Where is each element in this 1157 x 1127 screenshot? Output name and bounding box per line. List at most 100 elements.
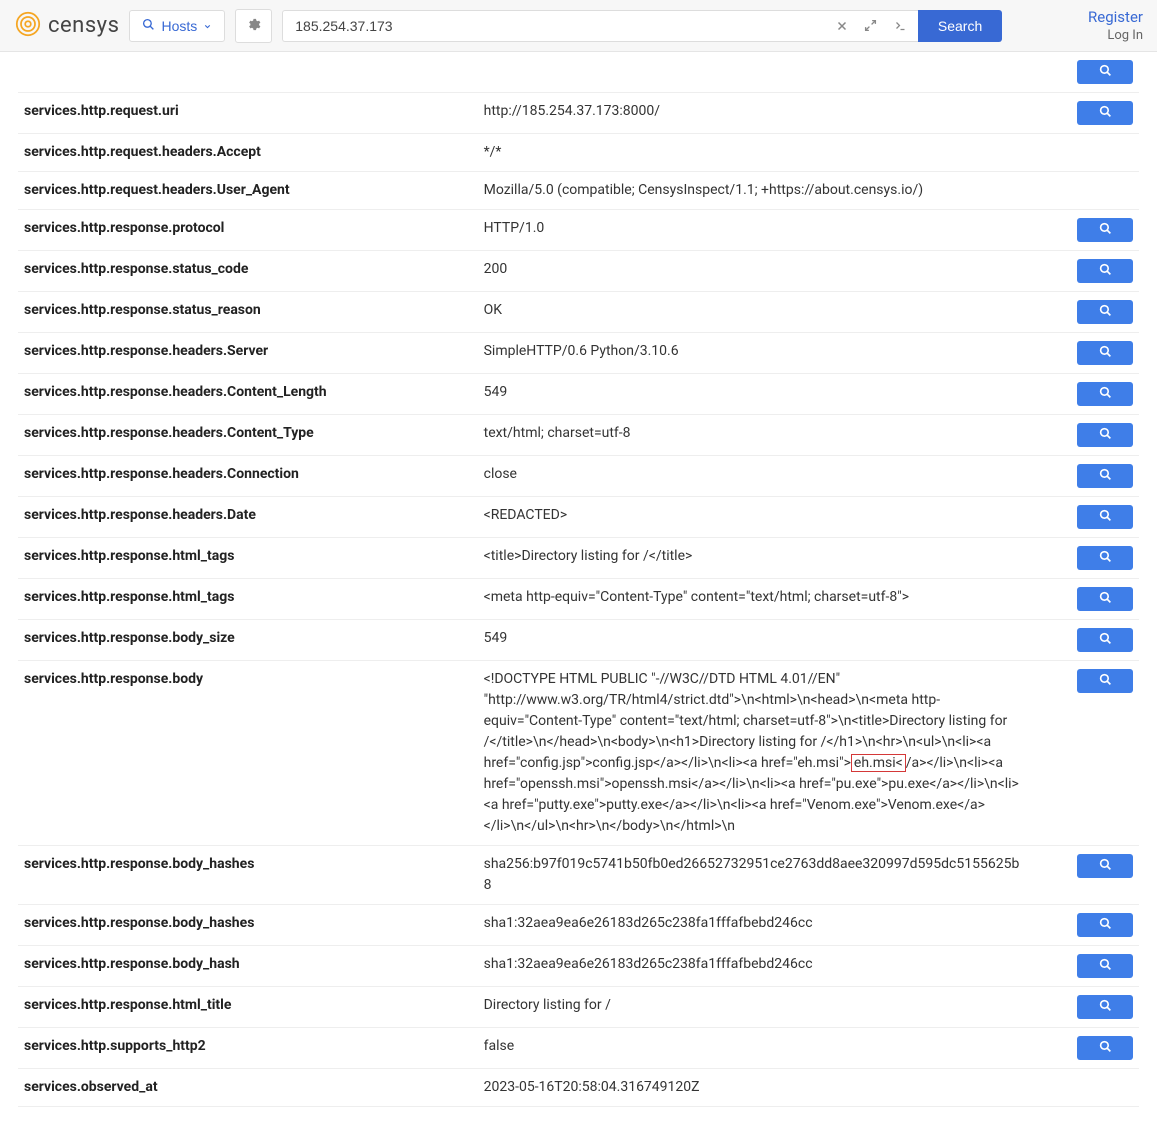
query-button[interactable] [1077, 101, 1133, 125]
search-icon [1099, 105, 1112, 121]
table-row: services.http.response.body_hashsha1:32a… [18, 946, 1139, 987]
field-value: sha1:32aea9ea6e26183d265c238fa1fffafbebd… [478, 946, 1027, 987]
table-row: services.http.response.headers.Date<REDA… [18, 497, 1139, 538]
field-key: services.http.response.headers.Content_T… [18, 415, 478, 456]
field-key: services.http.response.html_tags [18, 538, 478, 579]
login-link[interactable]: Log In [1107, 28, 1143, 43]
table-row: services.http.response.headers.Content_L… [18, 374, 1139, 415]
table-row: services.http.response.protocolHTTP/1.0 [18, 210, 1139, 251]
field-value: HTTP/1.0 [478, 210, 1027, 251]
field-key: services.http.response.headers.Connectio… [18, 456, 478, 497]
field-value: <!DOCTYPE HTML PUBLIC "-//W3C//DTD HTML … [478, 661, 1027, 846]
query-button[interactable] [1077, 382, 1133, 406]
search-icon [1099, 632, 1112, 648]
query-button[interactable] [1077, 464, 1133, 488]
brand-logo[interactable]: censys [14, 10, 119, 42]
field-value: close [478, 456, 1027, 497]
field-value: Directory listing for / [478, 987, 1027, 1028]
search-icon [1099, 958, 1112, 974]
field-key: services.http.response.headers.Date [18, 497, 478, 538]
field-value: <title>Directory listing for /</title> [478, 538, 1027, 579]
field-value: text/html; charset=utf-8 [478, 415, 1027, 456]
table-row: services.http.request.headers.User_Agent… [18, 172, 1139, 210]
query-button[interactable] [1077, 505, 1133, 529]
header-bar: censys Hosts Search Register Log In [0, 0, 1157, 52]
query-button[interactable] [1077, 669, 1133, 693]
field-key: services.http.response.body_hashes [18, 905, 478, 946]
table-row: services.http.response.headers.ServerSim… [18, 333, 1139, 374]
search-button[interactable]: Search [918, 10, 1002, 42]
field-value: Mozilla/5.0 (compatible; CensysInspect/1… [478, 172, 1027, 210]
search-icon [1099, 263, 1112, 279]
query-button[interactable] [1077, 259, 1133, 283]
table-row: services.http.response.html_titleDirecto… [18, 987, 1139, 1028]
query-button[interactable] [1077, 628, 1133, 652]
field-key: services.http.request.headers.Accept [18, 134, 478, 172]
field-value: OK [478, 292, 1027, 333]
terminal-icon[interactable] [893, 20, 908, 32]
field-value: http://185.254.37.173:8000/ [478, 93, 1027, 134]
table-row [18, 52, 1139, 93]
table-row: services.http.response.body<!DOCTYPE HTM… [18, 661, 1139, 846]
logo-icon [14, 10, 42, 42]
data-table: services.http.request.urihttp://185.254.… [18, 52, 1139, 1107]
gear-icon [246, 17, 261, 35]
search-icon [1099, 999, 1112, 1015]
query-button[interactable] [1077, 995, 1133, 1019]
search-icon [1099, 64, 1112, 80]
table-row: services.http.response.status_code200 [18, 251, 1139, 292]
account-links: Register Log In [1068, 8, 1143, 43]
query-button[interactable] [1077, 300, 1133, 324]
table-row: services.http.response.body_size549 [18, 620, 1139, 661]
query-button[interactable] [1077, 423, 1133, 447]
query-button[interactable] [1077, 218, 1133, 242]
query-button[interactable] [1077, 1036, 1133, 1060]
query-button[interactable] [1077, 913, 1133, 937]
search-icon [1099, 386, 1112, 402]
hosts-dropdown[interactable]: Hosts [129, 10, 225, 42]
field-value: 200 [478, 251, 1027, 292]
query-button[interactable] [1077, 587, 1133, 611]
field-value: 549 [478, 374, 1027, 415]
search-icon [1099, 550, 1112, 566]
field-key: services.observed_at [18, 1069, 478, 1107]
table-row: services.http.response.body_hashessha256… [18, 846, 1139, 905]
search-icon [1099, 468, 1112, 484]
field-key: services.http.response.headers.Content_L… [18, 374, 478, 415]
field-key: services.http.response.body_hash [18, 946, 478, 987]
table-row: services.http.request.headers.Accept*/* [18, 134, 1139, 172]
search-icon [1099, 591, 1112, 607]
search-icon [1099, 673, 1112, 689]
search-icon [1099, 917, 1112, 933]
chevron-down-icon [203, 18, 212, 34]
field-value: 2023-05-16T20:58:04.316749120Z [478, 1069, 1027, 1107]
field-value: 549 [478, 620, 1027, 661]
query-button[interactable] [1077, 854, 1133, 878]
search-icon [1099, 222, 1112, 238]
settings-button[interactable] [235, 9, 272, 43]
register-link[interactable]: Register [1088, 8, 1143, 26]
expand-icon[interactable] [864, 19, 877, 32]
search-input[interactable] [282, 10, 826, 42]
field-key: services.http.request.uri [18, 93, 478, 134]
query-button[interactable] [1077, 546, 1133, 570]
field-key: services.http.response.html_tags [18, 579, 478, 620]
search-icon [1099, 427, 1112, 443]
field-value: */* [478, 134, 1027, 172]
field-value: sha1:32aea9ea6e26183d265c238fa1fffafbebd… [478, 905, 1027, 946]
query-button[interactable] [1077, 341, 1133, 365]
hosts-label: Hosts [161, 18, 197, 34]
field-key: services.http.response.headers.Server [18, 333, 478, 374]
query-button[interactable] [1077, 954, 1133, 978]
field-key: services.http.request.headers.User_Agent [18, 172, 478, 210]
table-row: services.http.response.html_tags<meta ht… [18, 579, 1139, 620]
search-icon [142, 18, 155, 34]
query-button[interactable] [1077, 60, 1133, 84]
field-value: <meta http-equiv="Content-Type" content=… [478, 579, 1027, 620]
clear-icon[interactable] [836, 20, 848, 32]
search-icon [1099, 1040, 1112, 1056]
brand-text: censys [48, 13, 119, 38]
content-area: services.http.request.urihttp://185.254.… [0, 52, 1157, 1127]
table-row: services.http.request.urihttp://185.254.… [18, 93, 1139, 134]
field-value: SimpleHTTP/0.6 Python/3.10.6 [478, 333, 1027, 374]
